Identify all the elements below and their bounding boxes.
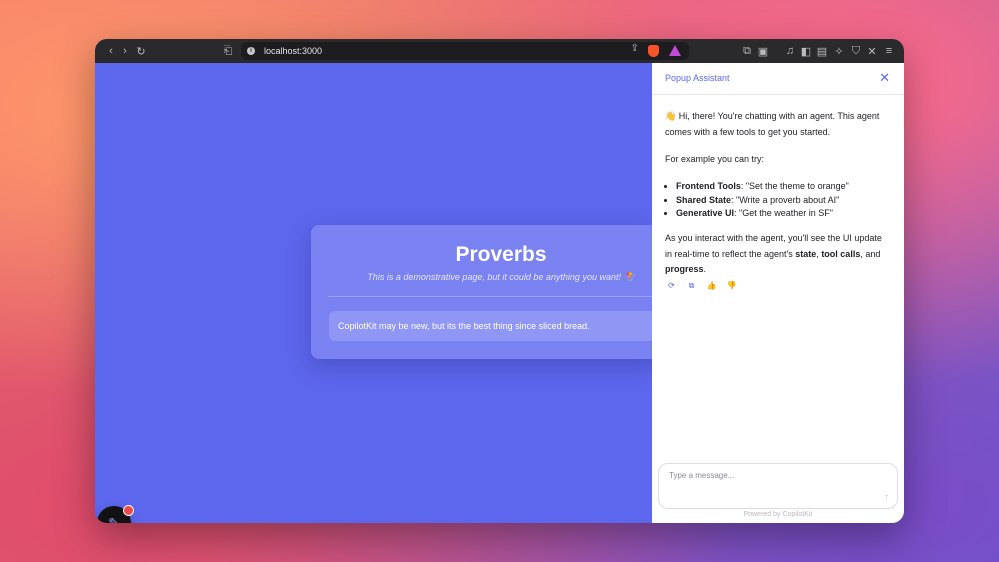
message-input[interactable] — [667, 470, 871, 481]
music-icon[interactable]: ♫ — [782, 43, 798, 59]
thumbs-up-icon[interactable]: 👍 — [706, 280, 717, 291]
address-bar[interactable]: i localhost:3000 ⇪ — [241, 42, 689, 60]
assistant-panel: Popup Assistant ✕ 👋 Hi, there! You're ch… — [652, 63, 904, 523]
example-label: Generative UI — [676, 208, 735, 218]
vpn-shield-icon[interactable]: ⛉ — [848, 43, 864, 59]
copy-icon[interactable]: ⧉ — [686, 280, 697, 291]
url-text: localhost:3000 — [264, 46, 323, 56]
greeting-text: Hi, there! You're chatting with an agent… — [665, 111, 880, 137]
browser-toolbar: ‹ › ↻ ⎗ i localhost:3000 ⇪ ⧉ ▣ ♫ ◧ ▤ ✧ ⛉… — [95, 39, 904, 63]
powered-by: Powered by CopilotKit — [743, 511, 813, 518]
example-intro: For example you can try: — [665, 154, 765, 164]
example-text: : "Set the theme to orange" — [740, 181, 849, 191]
bookmark-icon[interactable]: ⎗ — [220, 43, 236, 59]
forward-icon[interactable]: › — [117, 43, 133, 59]
page-subtitle: This is a demonstrative page, but it cou… — [367, 272, 635, 282]
notification-badge — [123, 505, 134, 516]
outro-tool-calls: tool calls — [821, 248, 861, 259]
regenerate-icon[interactable]: ⟳ — [666, 280, 677, 291]
assistant-header: Popup Assistant ✕ — [652, 63, 904, 95]
tools-icon[interactable]: ✕ — [864, 43, 880, 59]
leo-ai-icon[interactable]: ✧ — [831, 43, 847, 59]
message-input-container: ↑ — [658, 463, 898, 509]
share-icon[interactable]: ⇪ — [631, 43, 639, 54]
reading-list-icon[interactable]: ▤ — [814, 43, 830, 59]
extensions-icon[interactable]: ⧉ — [739, 43, 755, 59]
example-list: Frontend Tools: "Set the theme to orange… — [665, 180, 902, 221]
page-title: Proverbs — [455, 243, 547, 266]
wallet-icon[interactable]: ▣ — [755, 43, 771, 59]
copilot-logo-icon: ✎ — [108, 514, 120, 524]
card-divider — [328, 296, 658, 297]
brave-shields-icon[interactable] — [648, 45, 659, 57]
example-label: Shared State — [676, 194, 732, 205]
send-arrow-icon[interactable]: ↑ — [884, 492, 889, 503]
example-text: : "Write a proverb about AI" — [731, 194, 840, 205]
wave-emoji: 👋 — [665, 111, 677, 121]
outro-state: state — [795, 248, 817, 259]
proverbs-card: Proverbs This is a demonstrative page, b… — [311, 225, 661, 359]
browser-window: ‹ › ↻ ⎗ i localhost:3000 ⇪ ⧉ ▣ ♫ ◧ ▤ ✧ ⛉… — [95, 39, 904, 523]
close-icon[interactable]: ✕ — [879, 70, 890, 86]
message-actions: ⟳ ⧉ 👍 👎 — [666, 280, 737, 291]
outro-progress: progress — [665, 264, 704, 274]
outro-sep: , and — [860, 248, 881, 259]
greeting-message: 👋 Hi, there! You're chatting with an age… — [665, 109, 891, 140]
list-item: Frontend Tools: "Set the theme to orange… — [676, 180, 902, 194]
list-item: Generative UI: "Get the weather in SF" — [676, 207, 902, 221]
menu-icon[interactable]: ≡ — [881, 43, 897, 59]
site-info-icon[interactable]: i — [247, 47, 255, 55]
assistant-title: Popup Assistant — [665, 73, 730, 83]
proverb-text: CopilotKit may be new, but its the best … — [338, 321, 590, 331]
proverb-item: CopilotKit may be new, but its the best … — [329, 311, 659, 341]
sidebar-icon[interactable]: ◧ — [798, 43, 814, 59]
reload-icon[interactable]: ↻ — [133, 43, 149, 59]
list-item: Shared State: "Write a proverb about AI" — [676, 194, 902, 208]
app-page: Proverbs This is a demonstrative page, b… — [95, 63, 661, 524]
example-label: Frontend Tools — [676, 181, 741, 191]
brave-rewards-icon[interactable] — [669, 45, 681, 56]
example-text: : "Get the weather in SF" — [734, 208, 833, 218]
outro-message: As you interact with the agent, you'll s… — [665, 231, 891, 278]
thumbs-down-icon[interactable]: 👎 — [726, 280, 737, 291]
outro-end: . — [703, 264, 707, 274]
